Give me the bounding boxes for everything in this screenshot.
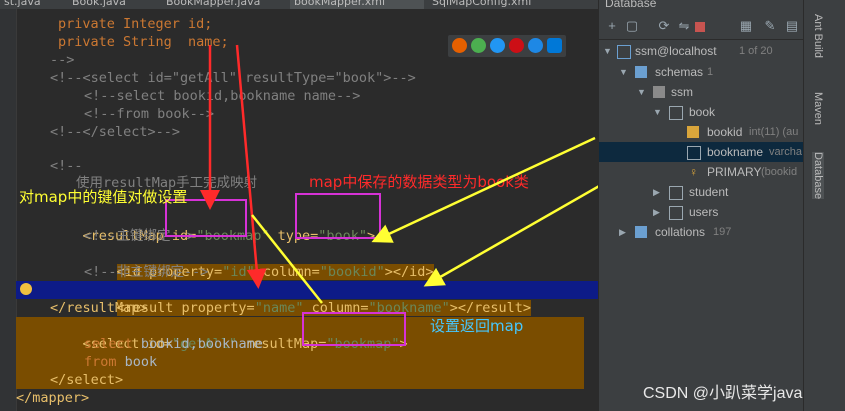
- table-icon: [669, 106, 683, 120]
- tree-connection[interactable]: ▼ ssm@localhost 1 of 20: [599, 41, 804, 61]
- copy-icon[interactable]: ▢: [625, 19, 639, 33]
- tree-schema-ssm[interactable]: ▼ ssm: [599, 82, 804, 102]
- console-icon[interactable]: ▤: [785, 19, 799, 33]
- side-tab-maven[interactable]: Maven: [812, 92, 824, 125]
- table-icon: [669, 206, 683, 220]
- folder-icon: [635, 66, 647, 78]
- connection-icon: [617, 45, 631, 59]
- sync-icon[interactable]: ⇋: [677, 19, 691, 33]
- table-icon: [669, 186, 683, 200]
- arrow-yellow-1: [371, 136, 596, 243]
- schema-icon: [653, 86, 665, 98]
- database-panel-title: Database: [605, 0, 657, 10]
- arrow-red-2: [235, 44, 267, 289]
- tree-schemas[interactable]: ▼ schemas 1: [599, 62, 804, 82]
- tree-collations[interactable]: ▶ collations 197: [599, 222, 804, 242]
- database-panel: Database + ▢ ⟳ ⇋ ▦ ✎ ▤ ▼ ssm@localhost 1…: [598, 0, 804, 411]
- table-icon[interactable]: ▦: [739, 19, 753, 33]
- tree-column-bookname[interactable]: bookname varcha: [599, 142, 804, 162]
- key-column-icon: [687, 126, 699, 138]
- tree-key-primary[interactable]: ♀ PRIMARY (bookid: [599, 162, 804, 182]
- tree-table-student[interactable]: ▶ student: [599, 182, 804, 202]
- refresh-icon[interactable]: ⟳: [657, 19, 671, 33]
- tree-column-bookid[interactable]: bookid int(11) (au: [599, 122, 804, 142]
- key-icon: ♀: [689, 165, 698, 179]
- stop-icon[interactable]: [695, 22, 705, 32]
- side-tab-database[interactable]: Database: [812, 152, 824, 200]
- right-tool-strip: Ant Build Maven Database: [803, 0, 845, 411]
- watermark: CSDN @小趴菜学java: [643, 385, 803, 402]
- tree-table-book[interactable]: ▼ book: [599, 102, 804, 122]
- side-tab-ant-build[interactable]: Ant Build: [812, 14, 824, 58]
- add-icon[interactable]: +: [605, 19, 619, 33]
- database-toolbar: + ▢ ⟳ ⇋ ▦ ✎ ▤: [599, 15, 804, 40]
- edit-icon[interactable]: ✎: [763, 19, 777, 33]
- folder-icon: [635, 226, 647, 238]
- tree-table-users[interactable]: ▶ users: [599, 202, 804, 222]
- column-icon: [687, 146, 701, 160]
- arrow-yellow-3: [251, 214, 323, 304]
